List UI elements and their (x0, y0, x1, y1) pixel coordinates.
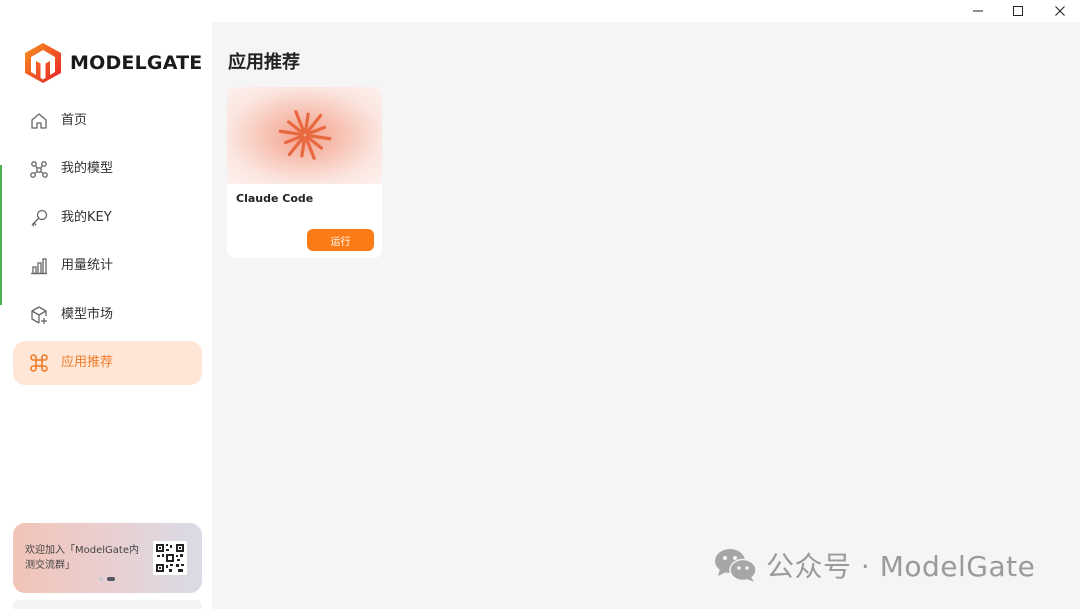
sidebar-item-label: 用量统计 (61, 258, 114, 273)
maximize-button[interactable] (998, 0, 1038, 22)
carousel-dot-active[interactable] (107, 577, 115, 581)
modelgate-logo-icon (25, 43, 61, 83)
carousel-dots (99, 577, 119, 581)
sidebar-item-label: 应用推荐 (61, 355, 114, 370)
close-button[interactable] (1040, 0, 1080, 22)
close-icon (1055, 6, 1065, 16)
cube-plus-icon (29, 305, 49, 325)
sidebar-edge-indicator (0, 165, 2, 305)
app-card-claude-code[interactable]: Claude Code 运行 (227, 87, 382, 258)
maximize-icon (1013, 6, 1023, 16)
page-title: 应用推荐 (228, 52, 300, 73)
claude-sunburst-icon (278, 110, 332, 160)
title-bar (0, 0, 1080, 22)
sidebar-item-label: 我的KEY (61, 210, 112, 225)
bar-chart-icon (29, 256, 49, 276)
sidebar-item-label: 我的模型 (61, 161, 114, 176)
home-icon (29, 111, 49, 131)
app-thumbnail (227, 87, 382, 184)
sidebar: MODELGATE 首页 我的模型 我的KEY 用量统计 模型市场 应用推荐 (0, 22, 212, 609)
sidebar-item-usage-stats[interactable]: 用量统计 (13, 244, 202, 288)
sidebar-bottom-panel (13, 600, 202, 609)
wechat-watermark: 公众号 · ModelGate (714, 545, 1035, 585)
sidebar-item-label: 首页 (61, 113, 88, 128)
model-graph-icon (29, 159, 49, 179)
key-icon (29, 208, 49, 228)
sidebar-item-label: 模型市场 (61, 307, 114, 322)
brand-logo[interactable]: MODELGATE (24, 42, 202, 84)
sidebar-item-app-recommend[interactable]: 应用推荐 (13, 341, 202, 385)
wechat-icon (715, 549, 757, 582)
run-button[interactable]: 运行 (307, 229, 374, 251)
command-icon (29, 353, 49, 373)
brand-name: MODELGATE (70, 52, 203, 74)
carousel-dot[interactable] (99, 577, 103, 581)
minimize-icon (973, 10, 983, 12)
sidebar-item-model-market[interactable]: 模型市场 (13, 293, 202, 337)
qr-code-icon (153, 541, 187, 575)
community-promo-card[interactable]: 欢迎加入「ModelGate内测交流群」 (13, 523, 202, 593)
sidebar-item-my-models[interactable]: 我的模型 (13, 147, 202, 191)
sidebar-item-home[interactable]: 首页 (13, 99, 202, 143)
promo-text: 欢迎加入「ModelGate内测交流群」 (25, 545, 139, 571)
watermark-text: 公众号 · ModelGate (766, 550, 1036, 583)
minimize-button[interactable] (958, 0, 998, 22)
app-name: Claude Code (236, 192, 314, 205)
sidebar-item-my-key[interactable]: 我的KEY (13, 196, 202, 240)
